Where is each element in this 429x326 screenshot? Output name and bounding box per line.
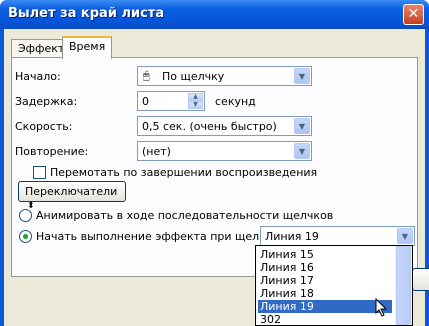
title-bar[interactable]: Вылет за край листа ✕ — [0, 0, 429, 29]
triggers-button-label: Переключатели — [25, 185, 118, 198]
rewind-label: Перемотать по завершении воспроизведения — [50, 166, 318, 179]
speed-select-value: 0,5 сек. (очень быстро) — [142, 120, 277, 133]
dialog-title: Вылет за край листа — [8, 6, 165, 21]
tab-effect[interactable]: Эффект — [11, 39, 65, 58]
trigger-object-select[interactable]: Линия 19 ▼ — [260, 226, 415, 246]
start-select-value: По щелчку — [162, 70, 225, 83]
tab-effect-label: Эффект — [18, 42, 65, 55]
start-on-click-label: Начать выполнение эффекта при щелчке — [36, 230, 280, 243]
tab-timing[interactable]: Время — [62, 36, 112, 59]
list-item[interactable]: Линия 15 — [258, 248, 392, 261]
list-item-selected[interactable]: Линия 19 — [258, 300, 392, 313]
rewind-checkbox[interactable] — [33, 166, 46, 179]
list-item[interactable]: 302 — [258, 313, 392, 326]
chevron-down-icon[interactable]: ▼ — [294, 118, 310, 134]
triggers-button[interactable]: Переключатели ⬍ — [18, 181, 126, 211]
start-on-click-radio[interactable] — [19, 230, 32, 243]
close-icon[interactable]: ✕ — [403, 4, 424, 25]
animate-sequence-label: Анимировать в ходе последовательности ще… — [36, 209, 334, 222]
repeat-select-value: (нет) — [142, 145, 171, 158]
cancel-button[interactable] — [412, 268, 429, 291]
start-label: Начало: — [15, 70, 61, 83]
timing-panel: Начало: 🖱 По щелчку ▼ Задержка: 0 ▲ ▼ се… — [11, 57, 418, 277]
tab-timing-label: Время — [69, 40, 106, 53]
trigger-object-dropdown[interactable]: Линия 15 Линия 16 Линия 17 Линия 18 Лини… — [255, 245, 413, 326]
speed-select[interactable]: 0,5 сек. (очень быстро) ▼ — [137, 116, 312, 136]
list-item[interactable]: Линия 17 — [258, 274, 392, 287]
start-select[interactable]: 🖱 По щелчку ▼ — [137, 66, 312, 86]
list-item[interactable]: Линия 16 — [258, 261, 392, 274]
dropdown-scrollbar[interactable] — [395, 246, 412, 325]
spin-down-icon[interactable]: ▼ — [188, 101, 203, 109]
delay-spinner[interactable]: ▲ ▼ — [188, 93, 203, 109]
repeat-select[interactable]: (нет) ▼ — [137, 141, 312, 161]
mouse-icon: 🖱 — [143, 69, 150, 82]
radio-dot — [23, 234, 28, 239]
spin-up-icon[interactable]: ▲ — [188, 93, 203, 101]
trigger-object-value: Линия 19 — [265, 230, 319, 243]
chevron-down-icon[interactable]: ▼ — [294, 68, 310, 84]
chevron-down-icon[interactable]: ▼ — [397, 228, 413, 244]
list-item[interactable]: Линия 18 — [258, 287, 392, 300]
delay-unit-label: секунд — [215, 95, 256, 108]
delay-label: Задержка: — [15, 95, 78, 108]
animate-sequence-radio[interactable] — [19, 209, 32, 222]
repeat-label: Повторение: — [15, 145, 89, 158]
delay-input[interactable]: 0 ▲ ▼ — [137, 91, 205, 111]
scrollbar-thumb[interactable] — [396, 246, 411, 325]
speed-label: Скорость: — [15, 120, 73, 133]
delay-input-value: 0 — [142, 95, 149, 108]
mouse-pointer-icon — [375, 298, 388, 317]
chevron-down-icon[interactable]: ▼ — [294, 143, 310, 159]
